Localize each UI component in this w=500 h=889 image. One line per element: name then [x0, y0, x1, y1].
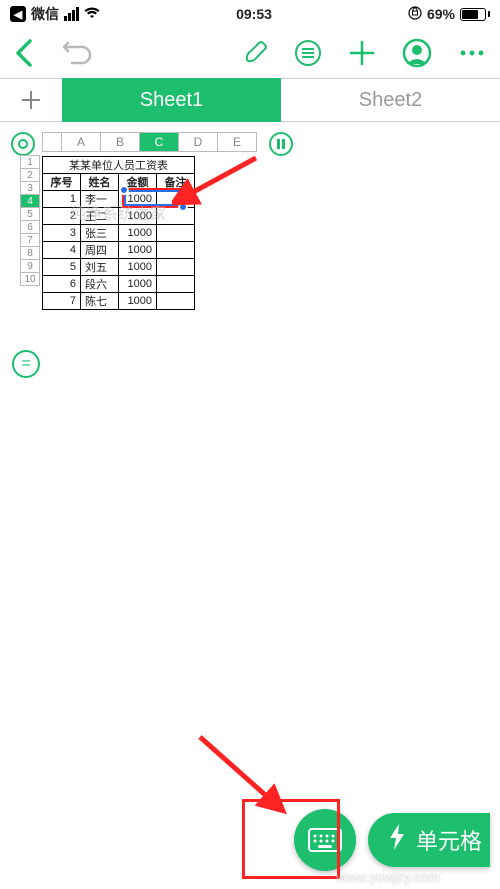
- col-header-c[interactable]: C: [139, 132, 179, 152]
- cell-button-label: 单元格: [416, 824, 482, 856]
- column-headers: A B C D E: [42, 132, 257, 152]
- table-header-row: 序号 姓名 金额 备注: [43, 174, 195, 191]
- pause-button[interactable]: [269, 132, 293, 156]
- row-headers: 1 2 3 4 5 6 7 8 9 10: [20, 156, 40, 286]
- status-left: ◀ 微信: [10, 4, 100, 24]
- clock: 09:53: [236, 6, 272, 22]
- format-brush-button[interactable]: [242, 40, 268, 66]
- row-header-1[interactable]: 1: [20, 155, 40, 169]
- table-row[interactable]: 6段六1000: [43, 276, 195, 293]
- table-row[interactable]: 4周四1000: [43, 242, 195, 259]
- add-sheet-button[interactable]: [0, 78, 62, 122]
- cell-properties-button[interactable]: 单元格: [368, 813, 490, 867]
- lightning-icon: [388, 824, 406, 856]
- more-button[interactable]: [458, 48, 486, 58]
- keyboard-icon: [308, 828, 342, 852]
- row-header-7[interactable]: 7: [20, 233, 40, 247]
- table-row[interactable]: 3张三1000: [43, 225, 195, 242]
- signal-icon: [64, 7, 79, 21]
- row-header-9[interactable]: 9: [20, 259, 40, 273]
- main-toolbar: [0, 28, 500, 78]
- tab-sheet2[interactable]: Sheet2: [281, 78, 500, 122]
- watermark-text: 纯净系统之家: [70, 200, 166, 224]
- col-header-d[interactable]: D: [178, 132, 218, 152]
- row-header-5[interactable]: 5: [20, 207, 40, 221]
- list-button[interactable]: [294, 39, 322, 67]
- row-header-3[interactable]: 3: [20, 181, 40, 195]
- orientation-lock-icon: [408, 6, 422, 23]
- table-row[interactable]: 5刘五1000: [43, 259, 195, 276]
- row-header-10[interactable]: 10: [20, 272, 40, 286]
- table-title: 某某单位人员工资表: [43, 157, 195, 174]
- battery-pct: 69%: [427, 6, 455, 22]
- status-right: 69%: [408, 6, 490, 23]
- carrier-label: 微信: [31, 4, 59, 24]
- col-header-a[interactable]: A: [61, 132, 101, 152]
- col-header-b[interactable]: B: [100, 132, 140, 152]
- record-button[interactable]: [11, 132, 35, 156]
- watermark-url: www.ycwjzy.com: [336, 869, 440, 885]
- row-header-4[interactable]: 4: [20, 194, 40, 208]
- battery-icon: [460, 8, 490, 21]
- keyboard-button[interactable]: [294, 809, 356, 871]
- tab-sheet1[interactable]: Sheet1: [62, 78, 281, 122]
- undo-button[interactable]: [62, 41, 94, 65]
- row-header-2[interactable]: 2: [20, 168, 40, 182]
- row-header-8[interactable]: 8: [20, 246, 40, 260]
- formula-button[interactable]: =: [12, 350, 40, 378]
- status-bar: ◀ 微信 09:53 69%: [0, 0, 500, 28]
- sheet-tabs: Sheet1 Sheet2: [0, 78, 500, 122]
- annotation-arrow-keyboard: [190, 729, 300, 819]
- floating-action-bar: 单元格: [294, 809, 490, 871]
- wifi-icon: [84, 6, 100, 22]
- table-row[interactable]: 7陈七1000: [43, 293, 195, 310]
- back-button[interactable]: [14, 39, 36, 67]
- data-table[interactable]: 某某单位人员工资表 序号 姓名 金额 备注 1李一1000 2王二1000 3张…: [42, 156, 195, 310]
- profile-button[interactable]: [402, 38, 432, 68]
- row-header-6[interactable]: 6: [20, 220, 40, 234]
- col-header-e[interactable]: E: [217, 132, 257, 152]
- back-to-app-icon: ◀: [10, 6, 26, 22]
- add-button[interactable]: [348, 39, 376, 67]
